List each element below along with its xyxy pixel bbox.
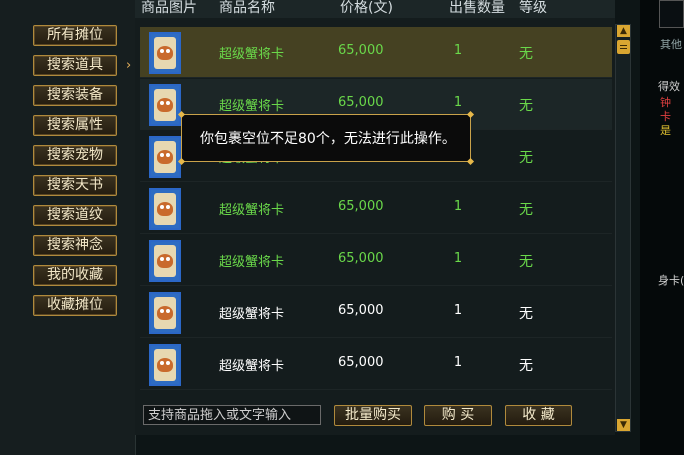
item-quantity: 1 <box>453 95 463 110</box>
sidebar-item-favorite-stalls[interactable]: 收藏摊位 <box>33 295 117 316</box>
item-level: 无 <box>519 306 533 322</box>
item-level: 无 <box>519 150 533 166</box>
crab-general-card-icon[interactable] <box>149 292 181 334</box>
table-row[interactable]: 超级蟹将卡 65,000 1 无 <box>140 339 612 390</box>
sidebar-item-my-favorites[interactable]: 我的收藏 <box>33 265 117 286</box>
sidebar-item-search-patterns[interactable]: 搜索道纹 <box>33 205 117 226</box>
item-price: 65,000 <box>338 95 384 110</box>
item-level: 无 <box>519 254 533 270</box>
item-name: 超级蟹将卡 <box>219 307 285 322</box>
header-name: 商品名称 <box>219 0 275 16</box>
table-row[interactable]: 超级蟹将卡 65,000 1 无 <box>140 27 612 78</box>
item-name: 超级蟹将卡 <box>219 359 285 374</box>
scroll-down-icon[interactable]: ▼ <box>617 419 630 431</box>
scroll-up-icon[interactable]: ▲ <box>617 25 630 37</box>
crab-general-card-icon[interactable] <box>149 240 181 282</box>
item-level: 无 <box>519 46 533 62</box>
table-header: 商品图片 商品名称 价格(文) 出售数量 等级 <box>135 0 615 18</box>
item-price: 65,000 <box>338 251 384 266</box>
sidebar-item-search-books[interactable]: 搜索天书 <box>33 175 117 196</box>
warning-tooltip: 你包裹空位不足80个，无法进行此操作。 <box>177 110 475 166</box>
item-name: 超级蟹将卡 <box>219 255 285 270</box>
table-row[interactable]: 超级蟹将卡 65,000 1 无 <box>140 287 612 338</box>
item-price: 65,000 <box>338 355 384 370</box>
buy-button[interactable]: 购 买 <box>424 405 492 426</box>
item-name: 超级蟹将卡 <box>219 47 285 62</box>
header-price: 价格(文) <box>340 0 393 16</box>
left-panel: 所有摊位 搜索道具 搜索装备 搜索属性 搜索宠物 搜索天书 搜索道纹 搜索神念 … <box>0 0 136 455</box>
crab-general-card-icon[interactable] <box>149 188 181 230</box>
chevron-right-icon: › <box>126 58 132 73</box>
item-price: 65,000 <box>338 43 384 58</box>
crab-general-card-icon[interactable] <box>149 136 181 178</box>
sidebar-item-search-attributes[interactable]: 搜索属性 <box>33 115 117 136</box>
table-row[interactable]: 超级蟹将卡 65,000 1 无 <box>140 183 612 234</box>
header-level: 等级 <box>519 0 547 16</box>
sidebar-item-search-pets[interactable]: 搜索宠物 <box>33 145 117 166</box>
strip-text: 是 <box>660 124 671 137</box>
background-game-strip: 其他 得效 钟 卡 是 身卡( <box>640 0 684 455</box>
item-level: 无 <box>519 98 533 114</box>
bulk-buy-button[interactable]: 批量购买 <box>334 405 412 426</box>
sidebar-item-all-stalls[interactable]: 所有摊位 <box>33 25 117 46</box>
sidebar-item-search-items[interactable]: 搜索道具 <box>33 55 117 76</box>
crab-general-card-icon[interactable] <box>149 344 181 386</box>
crab-general-card-icon[interactable] <box>149 32 181 74</box>
item-price: 65,000 <box>338 199 384 214</box>
header-quantity: 出售数量 <box>449 0 505 16</box>
strip-text: 得效 <box>658 80 680 93</box>
strip-text: 其他 <box>660 38 682 51</box>
item-quantity: 1 <box>453 199 463 214</box>
item-name: 超级蟹将卡 <box>219 203 285 218</box>
sidebar-item-search-equipment[interactable]: 搜索装备 <box>33 85 117 106</box>
search-input[interactable] <box>143 405 321 425</box>
item-level: 无 <box>519 358 533 374</box>
item-quantity: 1 <box>453 43 463 58</box>
header-image: 商品图片 <box>141 0 197 16</box>
strip-text: 身卡( <box>658 274 684 287</box>
crab-general-card-icon[interactable] <box>149 84 181 126</box>
item-quantity: 1 <box>453 251 463 266</box>
item-quantity: 1 <box>453 303 463 318</box>
item-list-panel: 商品图片 商品名称 价格(文) 出售数量 等级 超级蟹将卡 65,000 1 无超级蟹… <box>135 0 615 435</box>
portrait-frame <box>659 0 684 28</box>
table-row[interactable]: 超级蟹将卡 65,000 1 无 <box>140 235 612 286</box>
item-quantity: 1 <box>453 355 463 370</box>
item-level: 无 <box>519 202 533 218</box>
scroll-thumb[interactable] <box>617 40 630 54</box>
favorite-button[interactable]: 收 藏 <box>505 405 572 426</box>
item-price: 65,000 <box>338 303 384 318</box>
sidebar-item-search-spirit[interactable]: 搜索神念 <box>33 235 117 256</box>
scrollbar[interactable]: ▲ ▼ <box>615 24 631 432</box>
tooltip-message: 你包裹空位不足80个，无法进行此操作。 <box>200 131 456 147</box>
item-name: 超级蟹将卡 <box>219 99 285 114</box>
